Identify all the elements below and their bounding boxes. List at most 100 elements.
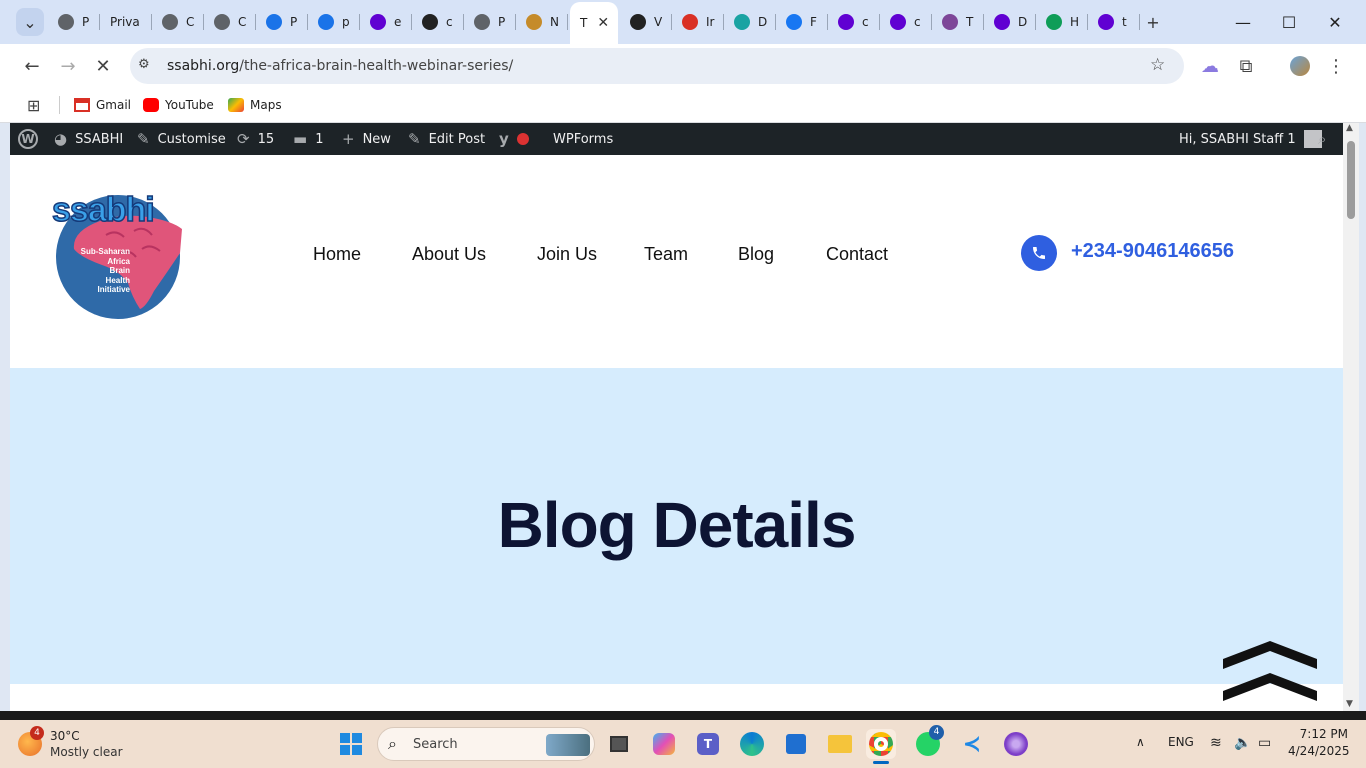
extensions-button[interactable]: ⧉ xyxy=(1231,51,1261,81)
site-info-icon[interactable]: ⚙ xyxy=(138,57,150,72)
vscode-button[interactable]: ≺ xyxy=(957,729,987,759)
scrollbar-thumb[interactable] xyxy=(1347,141,1355,219)
nav-home[interactable]: Home xyxy=(313,244,361,265)
scroll-up-arrow-icon[interactable]: ▲ xyxy=(1346,123,1353,133)
apps-button[interactable]: ⊞ xyxy=(27,94,40,116)
admin-yoast-link[interactable]: y xyxy=(499,123,529,155)
browser-tab[interactable]: T ✕ xyxy=(570,2,618,44)
admin-account-link[interactable]: Hi, SSABHI Staff 1 xyxy=(1179,123,1322,155)
phone-link[interactable]: +234-9046146656 xyxy=(1071,240,1234,263)
admin-edit-post-link[interactable]: ✎ Edit Post xyxy=(408,123,485,155)
admin-updates-link[interactable]: ⟳ 15 xyxy=(237,123,274,155)
yoast-icon xyxy=(370,14,386,30)
clock-time[interactable]: 7:12 PM xyxy=(1292,727,1348,741)
nav-team[interactable]: Team xyxy=(644,244,688,265)
browser-tab[interactable]: V xyxy=(620,6,672,38)
close-window-button[interactable]: ✕ xyxy=(1312,0,1358,44)
minimize-button[interactable]: — xyxy=(1220,0,1266,44)
yoast-icon xyxy=(994,14,1010,30)
weather-widget[interactable]: 4 30°C Mostly clear xyxy=(16,726,136,760)
bookmark-star-icon[interactable]: ☆ xyxy=(1150,55,1165,75)
browser-tab[interactable]: t xyxy=(1088,6,1140,38)
browser-tab[interactable]: P xyxy=(464,6,516,38)
tab-label: c xyxy=(862,15,869,29)
browser-tab[interactable]: H xyxy=(1036,6,1088,38)
admin-new-link[interactable]: + New xyxy=(342,123,391,155)
clock-date[interactable]: 4/24/2025 xyxy=(1288,744,1350,758)
forward-button[interactable]: → xyxy=(53,51,83,81)
admin-site-link[interactable]: ◕ SSABHI xyxy=(54,123,123,155)
address-bar[interactable]: ⚙ ssabhi.org/the-africa-brain-health-web… xyxy=(130,48,1184,84)
browser-tab[interactable]: Ir xyxy=(672,6,724,38)
browser-tab[interactable]: P xyxy=(256,6,308,38)
browser-tab[interactable]: C xyxy=(152,6,204,38)
stop-loading-button[interactable]: ✕ xyxy=(88,51,118,81)
page-scrollbar[interactable]: ▲ ▼ xyxy=(1343,123,1359,711)
extension-button[interactable]: ☁ xyxy=(1195,51,1225,81)
browser-tab[interactable]: c xyxy=(828,6,880,38)
browser-tab[interactable]: Priva xyxy=(100,6,152,38)
admin-comments-link[interactable]: ▬ 1 xyxy=(293,123,323,155)
wp-logo-menu[interactable]: W xyxy=(18,123,38,155)
new-tab-button[interactable]: + xyxy=(1139,8,1167,36)
menu-button[interactable]: ⋮ xyxy=(1321,51,1351,81)
admin-search-button[interactable]: ⌕ xyxy=(1318,123,1334,155)
bookmark-gmail[interactable]: Gmail xyxy=(74,94,131,116)
scroll-down-arrow-icon[interactable]: ▼ xyxy=(1346,699,1353,709)
browser-tab[interactable]: p xyxy=(308,6,360,38)
file-explorer-button[interactable] xyxy=(825,729,855,759)
nav-join-us[interactable]: Join Us xyxy=(537,244,597,265)
teams-icon: T xyxy=(697,733,719,755)
bookmark-label: Maps xyxy=(250,98,282,112)
tab-search-button[interactable]: ⌄ xyxy=(16,8,44,36)
language-indicator[interactable]: ENG xyxy=(1168,735,1194,749)
browser-tab[interactable]: C xyxy=(204,6,256,38)
browser-tab[interactable]: D xyxy=(724,6,776,38)
browser-tab[interactable]: c xyxy=(880,6,932,38)
tor-browser-button[interactable] xyxy=(1001,729,1031,759)
browser-tab[interactable]: F xyxy=(776,6,828,38)
volume-icon[interactable]: 🔈 xyxy=(1234,735,1251,751)
browser-tab[interactable]: D xyxy=(984,6,1036,38)
maximize-button[interactable]: ☐ xyxy=(1266,0,1312,44)
tab-label: t xyxy=(1122,15,1127,29)
scroll-to-top-button[interactable] xyxy=(1223,641,1317,711)
wifi-icon[interactable]: ≋ xyxy=(1210,735,1222,751)
browser-tab[interactable]: N xyxy=(516,6,568,38)
facebook-icon xyxy=(786,14,802,30)
chrome-button[interactable] xyxy=(866,729,896,764)
taskbar-search[interactable]: ⌕ Search xyxy=(377,727,595,761)
nav-blog[interactable]: Blog xyxy=(738,244,774,265)
task-view-button[interactable] xyxy=(604,729,634,759)
nav-about-us[interactable]: About Us xyxy=(412,244,486,265)
weather-desc: Mostly clear xyxy=(50,745,123,759)
whatsapp-button[interactable]: 4 xyxy=(913,725,944,759)
teams-button[interactable]: T xyxy=(693,729,723,759)
tray-overflow-icon[interactable]: ∧ xyxy=(1136,735,1145,749)
browser-tab[interactable]: T xyxy=(932,6,984,38)
tab-label: Priva xyxy=(110,15,140,29)
edge-button[interactable] xyxy=(737,729,767,759)
bookmark-youtube[interactable]: YouTube xyxy=(143,94,214,116)
globe-icon xyxy=(162,14,178,30)
browser-tab[interactable]: c xyxy=(412,6,464,38)
copilot-button[interactable] xyxy=(649,729,679,759)
admin-wpforms-link[interactable]: WPForms xyxy=(553,123,613,155)
search-placeholder: Search xyxy=(413,737,458,752)
start-button[interactable] xyxy=(336,729,366,759)
nav-contact[interactable]: Contact xyxy=(826,244,888,265)
site-logo[interactable]: ssabhi Sub-Saharan Africa Brain Health I… xyxy=(50,190,186,319)
close-tab-icon[interactable]: ✕ xyxy=(597,15,609,31)
cloud-extension-icon: ☁ xyxy=(1201,55,1219,77)
store-icon xyxy=(786,734,806,754)
admin-customise-link[interactable]: ✎ Customise xyxy=(137,123,226,155)
browser-tab[interactable]: e xyxy=(360,6,412,38)
bookmark-maps[interactable]: Maps xyxy=(228,94,282,116)
profile-button[interactable] xyxy=(1285,51,1315,81)
store-button[interactable] xyxy=(781,729,811,759)
phone-icon-circle[interactable] xyxy=(1021,235,1057,271)
back-button[interactable]: ← xyxy=(17,51,47,81)
battery-icon[interactable]: ▭ xyxy=(1258,735,1271,751)
url-text[interactable]: ssabhi.org/the-africa-brain-health-webin… xyxy=(167,58,513,74)
browser-tab[interactable]: P xyxy=(48,6,100,38)
